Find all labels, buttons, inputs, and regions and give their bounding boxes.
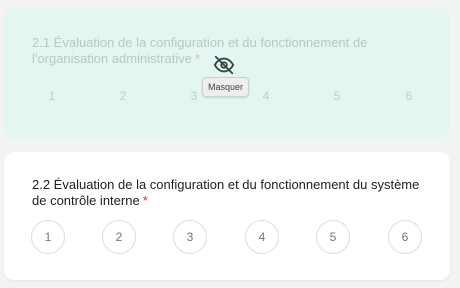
rating-option-6[interactable]: 6 <box>392 79 426 113</box>
rating-option-5[interactable]: 5 <box>320 79 354 113</box>
rating-option-4[interactable]: 4 <box>245 220 279 254</box>
rating-option-2[interactable]: 2 <box>106 79 140 113</box>
rating-option-4[interactable]: 4 <box>249 79 283 113</box>
rating-option-1[interactable]: 1 <box>31 220 65 254</box>
rating-option-2[interactable]: 2 <box>102 220 136 254</box>
rating-option-1[interactable]: 1 <box>35 79 69 113</box>
rating-option-6[interactable]: 6 <box>388 220 422 254</box>
rating-option-3[interactable]: 3 <box>173 220 207 254</box>
rating-scale: 1 2 3 4 5 6 <box>4 152 450 280</box>
hide-tooltip: Masquer <box>202 77 250 97</box>
rating-option-5[interactable]: 5 <box>316 220 350 254</box>
eye-off-icon[interactable] <box>213 54 235 76</box>
question-card-2-2: 2.2 Évaluation de la configuration et du… <box>4 152 450 280</box>
